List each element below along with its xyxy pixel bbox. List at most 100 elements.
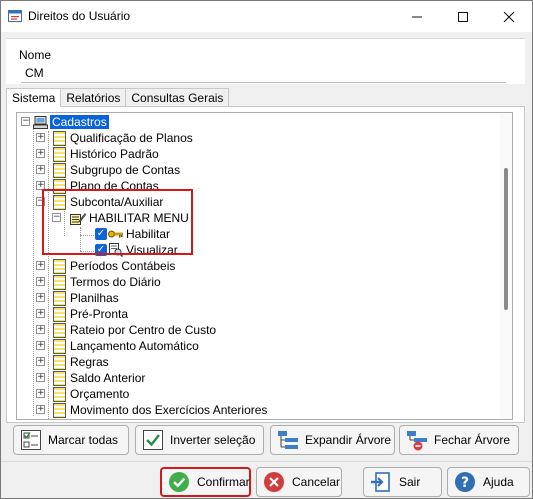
tree-node[interactable]: + Qualificação de Planos	[36, 130, 193, 146]
invert-selection-button[interactable]: Inverter seleção	[135, 425, 264, 455]
tree-node-cadastros[interactable]: − Cadastros	[17, 114, 109, 130]
expand-tree-label: Expandir Árvore	[305, 433, 392, 447]
tree-node[interactable]: + Planilhas	[36, 290, 119, 306]
expand-icon[interactable]: +	[36, 357, 45, 366]
app-icon	[8, 10, 22, 22]
title-bar: Direitos do Usuário	[1, 1, 532, 32]
window-title: Direitos do Usuário	[28, 9, 131, 23]
tree-node-label: Regras	[70, 355, 109, 369]
tab-sistema[interactable]: Sistema	[6, 88, 62, 107]
tree-root-label: Cadastros	[50, 115, 109, 129]
tab-relatorios[interactable]: Relatórios	[60, 88, 127, 106]
expand-icon[interactable]: +	[36, 325, 45, 334]
document-icon	[53, 130, 66, 146]
invert-selection-label: Inverter seleção	[170, 433, 256, 447]
dialog-footer: Confirmar Cancelar Sair ? Ajuda	[1, 464, 532, 498]
highlight-annotation	[42, 189, 193, 255]
document-icon	[53, 258, 66, 274]
tree-node[interactable]: + Subgrupo de Contas	[36, 162, 181, 178]
tree-node[interactable]: + Pré-Pronta	[36, 306, 129, 322]
tree-node-label: Movimento dos Exercícios Anteriores	[70, 403, 268, 417]
tab-consultas-gerais[interactable]: Consultas Gerais	[125, 88, 230, 106]
exit-button[interactable]: Sair	[363, 467, 442, 497]
document-icon	[53, 290, 66, 306]
mark-all-button[interactable]: Marcar todas	[13, 425, 129, 455]
expand-icon[interactable]: +	[36, 405, 45, 414]
expand-icon[interactable]: +	[36, 277, 45, 286]
close-icon[interactable]	[486, 1, 532, 32]
exit-label: Sair	[399, 475, 421, 489]
tree-node-label: Qualificação de Planos	[70, 131, 193, 145]
document-icon	[53, 146, 66, 162]
expand-icon[interactable]: +	[36, 165, 45, 174]
expand-icon[interactable]: +	[36, 341, 45, 350]
collapse-tree-icon	[407, 431, 427, 451]
tree-node-label: Termos do Diário	[70, 275, 161, 289]
user-rights-window: Direitos do Usuário Nome Sistema Relatór…	[0, 0, 533, 499]
minimize-icon[interactable]	[394, 1, 440, 32]
document-icon	[53, 162, 66, 178]
footer-separator	[1, 461, 532, 462]
expand-icon[interactable]: +	[36, 293, 45, 302]
help-question-icon: ?	[455, 472, 475, 492]
expand-tree-button[interactable]: Expandir Árvore	[270, 425, 395, 455]
document-icon	[53, 370, 66, 386]
confirm-button[interactable]: Confirmar	[160, 467, 251, 497]
tab-strip: Sistema Relatórios Consultas Gerais	[6, 88, 230, 107]
expand-icon[interactable]: +	[36, 389, 45, 398]
tree-node-label: Saldo Anterior	[70, 371, 146, 385]
tree-node-label: Histórico Padrão	[70, 147, 159, 161]
checklist-icon	[21, 430, 41, 450]
tree-node[interactable]: + Regras	[36, 354, 109, 370]
expand-icon[interactable]: +	[36, 149, 45, 158]
tree-node[interactable]: + Rateio por Centro de Custo	[36, 322, 217, 338]
check-icon	[143, 430, 163, 450]
tree-node-label: Períodos Contábeis	[70, 259, 176, 273]
tree-node[interactable]: + Orçamento	[36, 386, 130, 402]
scrollbar-thumb[interactable]	[504, 168, 508, 310]
document-icon	[53, 322, 66, 338]
document-icon	[53, 402, 66, 418]
rights-tree[interactable]: − Cadastros + Qualificação de Planos + H…	[16, 112, 513, 420]
tab-panel: − Cadastros + Qualificação de Planos + H…	[6, 106, 525, 423]
expand-icon[interactable]: +	[36, 373, 45, 382]
tree-node[interactable]: + Movimento dos Exercícios Anteriores	[36, 402, 268, 418]
tree-node-label: Rateio por Centro de Custo	[70, 323, 217, 337]
document-icon	[53, 338, 66, 354]
tree-node[interactable]: + Histórico Padrão	[36, 146, 159, 162]
document-icon	[53, 274, 66, 290]
help-button[interactable]: ? Ajuda	[447, 467, 530, 497]
collapse-icon[interactable]: −	[21, 117, 30, 126]
tree-node[interactable]: + Lançamento Automático	[36, 338, 199, 354]
tree-node-label: Pré-Pronta	[70, 307, 129, 321]
svg-text:?: ?	[461, 475, 469, 491]
name-group: Nome	[6, 38, 525, 84]
collapse-tree-label: Fechar Árvore	[434, 433, 511, 447]
tree-toolbar: Marcar todas Inverter seleção Expandir Á…	[13, 425, 519, 455]
tree-node[interactable]: + Períodos Contábeis	[36, 258, 176, 274]
cancel-label: Cancelar	[292, 475, 341, 489]
cancel-x-icon	[264, 472, 284, 492]
tree-node-label: Lançamento Automático	[70, 339, 199, 353]
tree-node-label: Subgrupo de Contas	[70, 163, 181, 177]
name-field[interactable]	[21, 64, 506, 83]
dialog-body: Nome Sistema Relatórios Consultas Gerais…	[1, 32, 532, 498]
tree-node-label: Orçamento	[70, 387, 130, 401]
maximize-icon[interactable]	[440, 1, 486, 32]
tree-node[interactable]: + Termos do Diário	[36, 274, 161, 290]
confirm-check-icon	[169, 472, 189, 492]
tree-scrollbar[interactable]	[500, 113, 512, 419]
tree-node[interactable]: + Saldo Anterior	[36, 370, 146, 386]
cancel-button[interactable]: Cancelar	[256, 467, 342, 497]
expand-icon[interactable]: +	[36, 309, 45, 318]
confirm-label: Confirmar	[197, 475, 250, 489]
document-icon	[53, 386, 66, 402]
collapse-tree-button[interactable]: Fechar Árvore	[399, 425, 519, 455]
name-label: Nome	[19, 48, 52, 62]
document-icon	[53, 306, 66, 322]
expand-tree-icon	[278, 431, 298, 449]
expand-icon[interactable]: +	[36, 261, 45, 270]
expand-icon[interactable]: +	[36, 133, 45, 142]
tree-node-label: Planilhas	[70, 291, 119, 305]
help-label: Ajuda	[483, 475, 514, 489]
